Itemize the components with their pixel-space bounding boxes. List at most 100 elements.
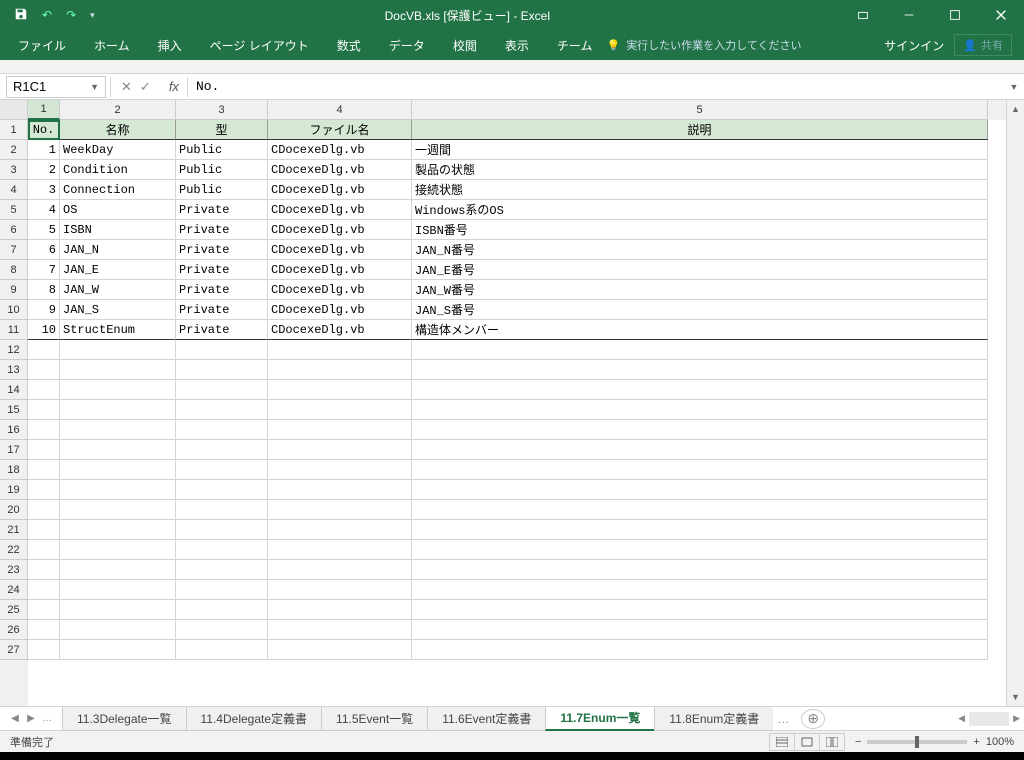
tab-prev-icon[interactable]: ◀: [8, 713, 22, 724]
cell[interactable]: JAN_W: [60, 280, 176, 300]
tab-nav[interactable]: ◀ ▶ …: [0, 713, 62, 724]
row-header[interactable]: 11: [0, 320, 28, 340]
fx-icon[interactable]: fx: [161, 79, 187, 94]
cell[interactable]: [268, 360, 412, 380]
cell[interactable]: CDocexeDlg.vb: [268, 320, 412, 340]
cell[interactable]: [412, 480, 988, 500]
cell[interactable]: [268, 440, 412, 460]
view-pagebreak-icon[interactable]: [819, 733, 845, 751]
cell[interactable]: [412, 500, 988, 520]
scroll-right-icon[interactable]: ▶: [1013, 713, 1020, 724]
row-header[interactable]: 19: [0, 480, 28, 500]
select-all-corner[interactable]: [0, 100, 28, 120]
cell[interactable]: [412, 620, 988, 640]
cell[interactable]: 4: [28, 200, 60, 220]
ribbon-tab[interactable]: データ: [375, 30, 439, 60]
cell[interactable]: [176, 480, 268, 500]
add-sheet-button[interactable]: ⊕: [801, 709, 825, 729]
row-header[interactable]: 2: [0, 140, 28, 160]
cell[interactable]: [412, 540, 988, 560]
cell[interactable]: Connection: [60, 180, 176, 200]
cell[interactable]: CDocexeDlg.vb: [268, 240, 412, 260]
cell[interactable]: [60, 420, 176, 440]
cell[interactable]: [28, 580, 60, 600]
row-header[interactable]: 20: [0, 500, 28, 520]
row-header[interactable]: 23: [0, 560, 28, 580]
cell[interactable]: Private: [176, 220, 268, 240]
cell[interactable]: [28, 500, 60, 520]
row-header[interactable]: 26: [0, 620, 28, 640]
cell[interactable]: [176, 440, 268, 460]
cell[interactable]: [268, 400, 412, 420]
row-header[interactable]: 3: [0, 160, 28, 180]
ribbon-tab[interactable]: チーム: [543, 30, 607, 60]
cell[interactable]: Public: [176, 140, 268, 160]
cell[interactable]: Private: [176, 260, 268, 280]
cell[interactable]: ファイル名: [268, 120, 412, 140]
cell[interactable]: JAN_S: [60, 300, 176, 320]
cell[interactable]: Private: [176, 280, 268, 300]
cell[interactable]: [60, 460, 176, 480]
zoom-slider[interactable]: [867, 740, 967, 744]
scroll-left-icon[interactable]: ◀: [958, 713, 965, 724]
cell[interactable]: WeekDay: [60, 140, 176, 160]
ribbon-tab[interactable]: 挿入: [144, 30, 196, 60]
sheet-tab[interactable]: 11.3Delegate一覧: [62, 707, 187, 731]
cell[interactable]: CDocexeDlg.vb: [268, 280, 412, 300]
cell[interactable]: 説明: [412, 120, 988, 140]
cell[interactable]: [60, 520, 176, 540]
cell[interactable]: [412, 440, 988, 460]
vertical-scrollbar[interactable]: ▲ ▼: [1006, 100, 1024, 706]
cell[interactable]: 2: [28, 160, 60, 180]
cell[interactable]: [176, 540, 268, 560]
cell[interactable]: 一週間: [412, 140, 988, 160]
cell[interactable]: [412, 400, 988, 420]
ribbon-tab[interactable]: ホーム: [80, 30, 144, 60]
cell[interactable]: [176, 600, 268, 620]
ribbon-options-icon[interactable]: [840, 0, 886, 30]
sheet-tab[interactable]: 11.8Enum定義書: [654, 707, 773, 731]
row-header[interactable]: 10: [0, 300, 28, 320]
name-box[interactable]: R1C1 ▼: [6, 76, 106, 98]
row-header[interactable]: 6: [0, 220, 28, 240]
cell[interactable]: 10: [28, 320, 60, 340]
row-header[interactable]: 9: [0, 280, 28, 300]
cell[interactable]: [28, 620, 60, 640]
cell[interactable]: No.: [28, 120, 60, 140]
chevron-down-icon[interactable]: ▼: [90, 82, 99, 92]
spreadsheet-grid[interactable]: 12345 No.名称型ファイル名説明1WeekDayPublicCDocexe…: [28, 100, 1006, 706]
tab-more-icon[interactable]: …: [40, 713, 54, 724]
row-header[interactable]: 18: [0, 460, 28, 480]
cancel-icon[interactable]: ✕: [121, 79, 132, 95]
cell[interactable]: [176, 580, 268, 600]
cell[interactable]: CDocexeDlg.vb: [268, 300, 412, 320]
cell[interactable]: [60, 580, 176, 600]
cell[interactable]: [28, 460, 60, 480]
cell[interactable]: [176, 620, 268, 640]
cell[interactable]: 8: [28, 280, 60, 300]
cell[interactable]: CDocexeDlg.vb: [268, 140, 412, 160]
ribbon-tab[interactable]: ファイル: [4, 30, 80, 60]
row-header[interactable]: 21: [0, 520, 28, 540]
cell[interactable]: CDocexeDlg.vb: [268, 260, 412, 280]
cell[interactable]: [176, 420, 268, 440]
ribbon-tab[interactable]: ページ レイアウト: [196, 30, 323, 60]
cell[interactable]: [176, 460, 268, 480]
cell[interactable]: [60, 380, 176, 400]
share-button[interactable]: 👤 共有: [954, 34, 1012, 56]
cell[interactable]: 構造体メンバー: [412, 320, 988, 340]
cell[interactable]: Windows系のOS: [412, 200, 988, 220]
zoom-level[interactable]: 100%: [986, 736, 1014, 748]
cell[interactable]: [268, 460, 412, 480]
cell[interactable]: [28, 420, 60, 440]
cell[interactable]: [60, 440, 176, 460]
cell[interactable]: [268, 380, 412, 400]
signin-link[interactable]: サインイン: [884, 37, 944, 54]
ribbon-tab[interactable]: 校閲: [439, 30, 491, 60]
scroll-down-icon[interactable]: ▼: [1007, 688, 1024, 706]
cell[interactable]: [176, 520, 268, 540]
view-normal-icon[interactable]: [769, 733, 795, 751]
cell[interactable]: [60, 500, 176, 520]
cell[interactable]: ISBN番号: [412, 220, 988, 240]
cell[interactable]: Private: [176, 300, 268, 320]
